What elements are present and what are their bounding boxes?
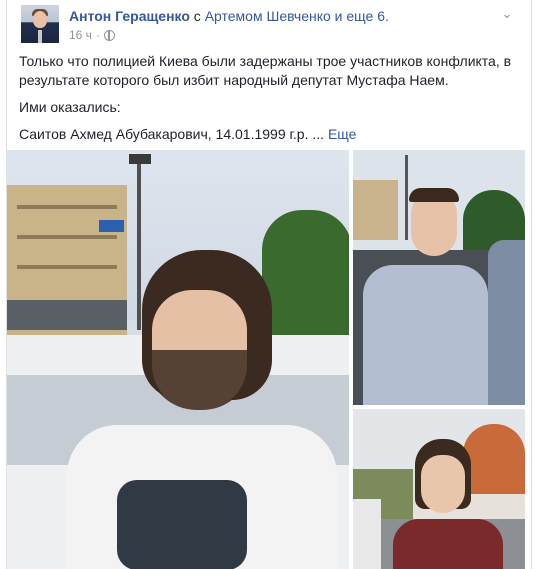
author-link[interactable]: Антон Геращенко [69,8,190,24]
photo-bottom-right[interactable] [353,409,525,569]
post-paragraph-1: Только что полицией Киева были задержаны… [19,53,512,88]
post-card: Антон Геращенко с Артемом Шевченко и еще… [6,0,532,569]
post-text-snippet: Саитов Ахмед Абубакарович, 14.01.1999 г.… [19,126,309,142]
meta-dot: · [95,28,100,42]
avatar[interactable] [21,5,59,43]
post-header: Антон Геращенко с Артемом Шевченко и еще… [19,4,521,44]
see-more-link[interactable]: Еще [328,126,357,142]
author-line: Антон Геращенко с Артемом Шевченко и еще… [69,7,389,25]
post-paragraph-2: Ими оказались: [19,99,121,115]
globe-icon [103,29,115,41]
photo-grid [7,150,531,569]
tagged-people-link[interactable]: Артемом Шевченко и еще 6. [205,8,389,24]
photo-top-right[interactable] [353,150,525,405]
ellipsis: ... [308,126,328,142]
post-paragraph-3: Саитов Ахмед Абубакарович, 14.01.1999 г.… [19,125,517,144]
chevron-down-icon[interactable]: ⌄ [497,6,517,22]
with-text: с [189,8,205,24]
photo-main[interactable] [7,150,349,569]
post-meta: 16 ч · [69,28,115,42]
timestamp-link[interactable]: 16 ч [69,28,92,42]
post-text: Только что полицией Киева были задержаны… [19,52,517,152]
